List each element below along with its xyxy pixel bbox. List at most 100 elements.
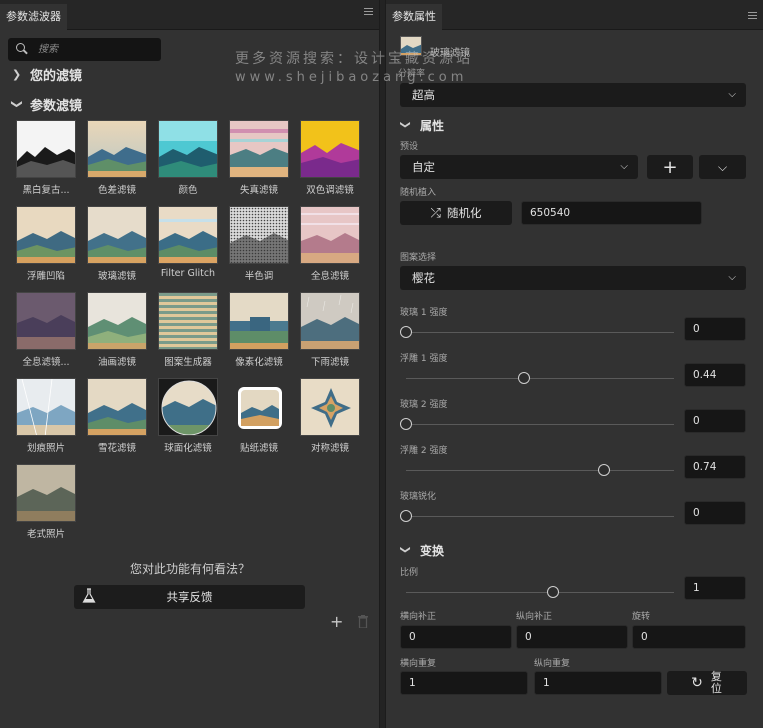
slider-label: 浮雕 2 强度 [400, 446, 448, 456]
filter-chromatic[interactable]: 色差滤镜 [87, 120, 149, 196]
slider-value-input[interactable]: 0 [684, 409, 746, 433]
filters-tab[interactable]: 参数滤波器 [0, 4, 67, 30]
filter-thumbnail [158, 120, 218, 178]
filter-pixelate[interactable]: 像素化滤镜 [229, 292, 291, 368]
chevron-down-icon: ⌵ [728, 272, 736, 283]
transform-label: 变换 [420, 544, 445, 558]
chevron-down-icon: ⌵ [717, 159, 728, 174]
filter-distort[interactable]: 失真滤镜 [229, 120, 291, 196]
randomize-button[interactable]: ⤮ 随机化 [400, 201, 512, 225]
filter-thumbnail [87, 120, 147, 178]
slider-value-input[interactable]: 0.44 [684, 363, 746, 387]
filter-thumbnail [158, 378, 218, 436]
filter-glass[interactable]: 玻璃滤镜 [87, 206, 149, 282]
v-offset-input[interactable]: 0 [516, 625, 628, 649]
trash-icon[interactable] [358, 615, 368, 629]
your-filters-label: 您的滤镜 [30, 69, 83, 84]
slider-value-input[interactable]: 0 [684, 317, 746, 341]
panel-menu-icon[interactable] [364, 8, 373, 17]
filter-symmetry[interactable]: 对称滤镜 [300, 378, 362, 454]
resolution-dropdown[interactable]: 超高 ⌵ [400, 83, 746, 107]
filter-color[interactable]: 颜色 [158, 120, 220, 196]
slider-knob[interactable] [598, 464, 611, 476]
filter-hologram[interactable]: 全息滤镜 [300, 206, 362, 282]
h-repeat-input[interactable]: 1 [400, 671, 528, 695]
filter-label: 失真滤镜 [239, 185, 278, 196]
slider-track[interactable] [406, 470, 674, 471]
rotate-input[interactable]: 0 [632, 625, 746, 649]
slider-knob[interactable] [517, 372, 530, 384]
scale-slider-track[interactable] [406, 592, 674, 593]
share-feedback-button[interactable]: 共享反馈 [74, 585, 305, 609]
pattern-dropdown[interactable]: 樱花 ⌵ [400, 266, 746, 290]
h-offset-input[interactable]: 0 [400, 625, 512, 649]
transform-header[interactable]: ❯ 变换 [400, 542, 445, 559]
filter-old-photo[interactable]: 老式照片 [16, 464, 78, 540]
search-icon [16, 43, 28, 55]
filter-thumbnail [229, 378, 289, 436]
slider-track[interactable] [406, 378, 674, 379]
filter-halftone[interactable]: 半色调 [229, 206, 291, 282]
slider-label: 玻璃锐化 [400, 492, 437, 502]
filter-label: 色差滤镜 [97, 185, 136, 196]
filter-pattern-generator[interactable]: 图案生成器 [158, 292, 220, 368]
properties-tab[interactable]: 参数属性 [386, 4, 442, 30]
filter-label: 贴纸滤镜 [239, 443, 278, 454]
filter-thumbnail [87, 206, 147, 264]
add-icon[interactable]: + [330, 612, 343, 631]
slider-track[interactable] [406, 516, 674, 517]
slider-knob[interactable] [400, 510, 412, 522]
filter-thumbnail [229, 292, 289, 350]
pattern-value: 樱花 [412, 271, 435, 285]
slider-value-input[interactable]: 0.74 [684, 455, 746, 479]
filter-thumbnail [16, 378, 76, 436]
search-box[interactable] [8, 38, 161, 61]
filter-thumbnail [16, 120, 76, 178]
preset-dropdown[interactable]: 自定 ⌵ [400, 155, 638, 179]
slider-track[interactable] [406, 332, 674, 333]
filter-thumbnail [229, 120, 289, 178]
filter-duotone[interactable]: 双色调滤镜 [300, 120, 362, 196]
filter-thumbnail [87, 378, 147, 436]
plus-icon: + [662, 156, 678, 178]
filter-scratched-photo[interactable]: 划痕照片 [16, 378, 78, 454]
filter-oil-paint[interactable]: 油画滤镜 [87, 292, 149, 368]
scale-value-input[interactable]: 1 [684, 576, 746, 600]
slider-value-input[interactable]: 0 [684, 501, 746, 525]
filter-emboss[interactable]: 浮雕凹陷 [16, 206, 78, 282]
scale-slider-knob[interactable] [547, 586, 560, 598]
chevron-right-icon: ❯ [12, 68, 22, 81]
filter-snow[interactable]: 雪花滤镜 [87, 378, 149, 454]
your-filters-header[interactable]: ❯ 您的滤镜 [12, 65, 82, 84]
panel-menu-icon[interactable] [748, 12, 757, 21]
scale-label: 比例 [400, 568, 419, 578]
slider-track[interactable] [406, 424, 674, 425]
filter-thumbnail [300, 120, 360, 178]
feedback-question: 您对此功能有何看法？ [129, 562, 250, 576]
search-input[interactable] [38, 41, 153, 58]
filters-tabbar: 参数滤波器 [0, 0, 379, 30]
random-seed-label: 随机植入 [400, 188, 437, 198]
filter-bw-vintage[interactable]: 黑白复古... [16, 120, 78, 196]
share-feedback-label: 共享反馈 [166, 590, 213, 604]
randomize-label: 随机化 [446, 206, 482, 220]
filter-label: 老式照片 [26, 529, 65, 540]
slider-knob[interactable] [400, 326, 412, 338]
filter-spherize[interactable]: 球面化滤镜 [158, 378, 220, 454]
seed-input[interactable]: 650540 [521, 201, 702, 225]
filter-hologram-2[interactable]: 全息滤镜... [16, 292, 78, 368]
filter-thumbnail [229, 206, 289, 264]
add-preset-button[interactable]: + [647, 155, 693, 179]
preset-options-button[interactable]: ⌵ [699, 155, 746, 179]
param-filters-header[interactable]: ❯ 参数滤镜 [10, 95, 83, 114]
filter-thumbnail [300, 378, 360, 436]
reset-button[interactable]: ↻ 复位 [667, 671, 747, 695]
filter-sticker[interactable]: 贴纸滤镜 [229, 378, 291, 454]
filter-rain[interactable]: 下雨滤镜 [300, 292, 362, 368]
properties-header[interactable]: ❯ 属性 [400, 117, 445, 134]
filter-thumbnail [300, 206, 360, 264]
chevron-down-icon: ❯ [10, 99, 24, 109]
filter-glitch[interactable]: Filter Glitch [158, 206, 220, 279]
slider-knob[interactable] [400, 418, 412, 430]
v-repeat-input[interactable]: 1 [534, 671, 662, 695]
